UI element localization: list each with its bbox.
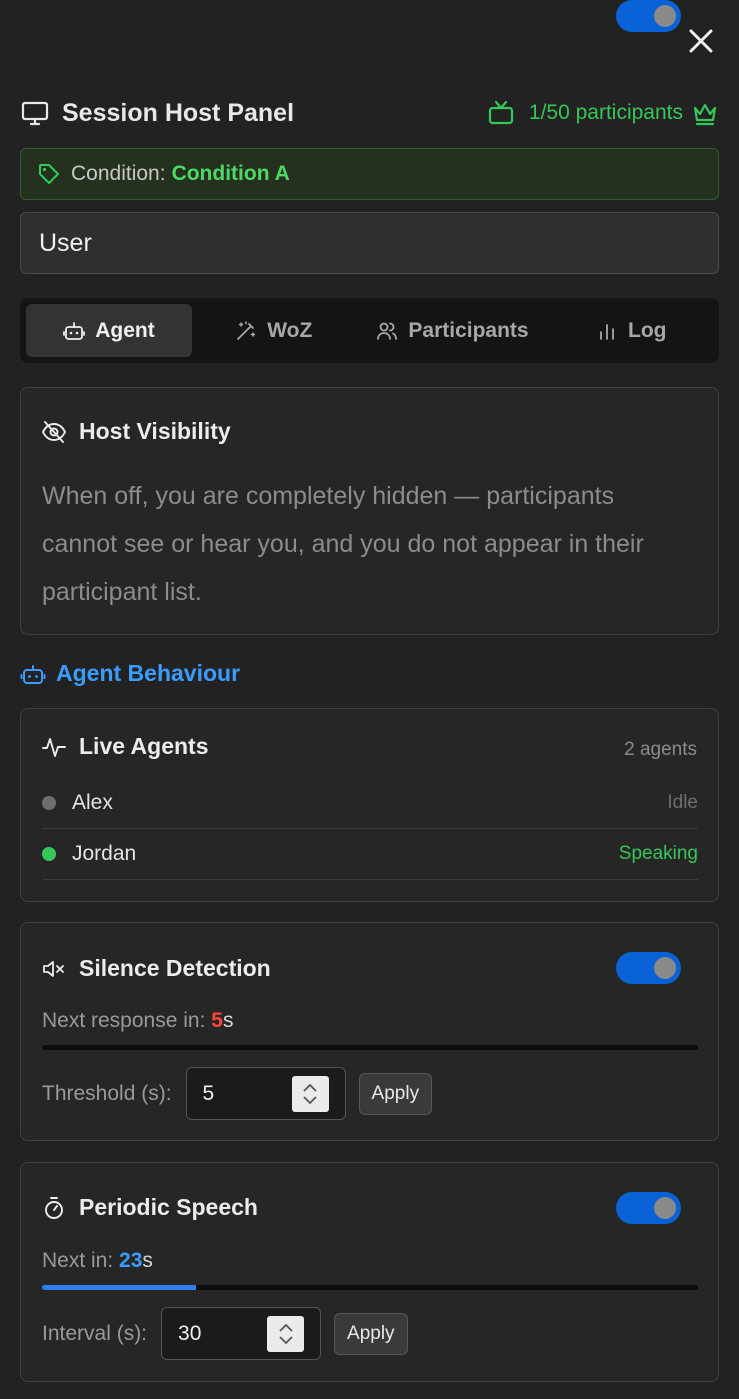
interval-stepper[interactable]	[267, 1316, 305, 1352]
live-agents-title: Live Agents	[79, 733, 209, 759]
tab-bar: Agent WoZ Participants Log	[20, 298, 719, 363]
agent-row: Alex Idle	[42, 778, 698, 829]
interval-apply-button[interactable]: Apply	[334, 1312, 408, 1355]
silence-detection-toggle[interactable]	[616, 952, 681, 984]
eye-off-icon	[41, 420, 67, 443]
agent-behaviour-heading: Agent Behaviour	[20, 660, 240, 687]
agent-status: Idle	[667, 792, 698, 813]
chevron-up-icon	[278, 1323, 293, 1332]
robot-icon	[63, 321, 86, 340]
panel-title: Session Host Panel	[62, 98, 295, 127]
interval-value: 30	[178, 1321, 202, 1345]
interval-label: Interval (s):	[42, 1321, 148, 1345]
periodic-speech-header: Periodic Speech	[41, 1194, 258, 1221]
tab-log[interactable]: Log	[550, 304, 714, 357]
tab-participants-label: Participants	[408, 318, 529, 342]
threshold-input[interactable]: 5	[185, 1067, 346, 1120]
session-host-panel: Session Host Panel 1/50 participants Con…	[0, 0, 739, 1399]
user-name-field[interactable]: User	[20, 212, 719, 274]
monitor-icon	[21, 101, 49, 126]
agent-row: Jordan Speaking	[42, 829, 698, 880]
agent-behaviour-title: Agent Behaviour	[56, 660, 241, 686]
stopwatch-icon	[45, 1196, 63, 1219]
tab-log-label: Log	[628, 318, 667, 342]
toggle-knob	[654, 5, 676, 27]
periodic-speech-title: Periodic Speech	[79, 1194, 258, 1220]
interval-row: Interval (s): 30 Apply	[42, 1307, 408, 1360]
next-response-line: Next response in: 5s	[42, 1009, 233, 1033]
next-response-unit: s	[222, 1009, 234, 1032]
live-agents-header: Live Agents	[41, 733, 209, 760]
condition-value: Condition A	[171, 162, 290, 185]
tab-agent[interactable]: Agent	[26, 304, 192, 357]
crown-icon	[693, 103, 717, 126]
interval-input[interactable]: 30	[161, 1307, 322, 1360]
host-visibility-description: When off, you are completely hidden — pa…	[42, 482, 644, 606]
agent-status: Speaking	[618, 843, 698, 864]
activity-icon	[42, 737, 66, 757]
threshold-apply-button[interactable]: Apply	[358, 1072, 433, 1115]
bar-chart-icon	[600, 323, 614, 340]
host-visibility-header: Host Visibility	[41, 418, 231, 445]
tag-icon	[39, 164, 59, 184]
next-speech-label: Next in:	[42, 1249, 114, 1272]
periodic-speech-toggle[interactable]	[616, 1192, 681, 1224]
agent-name: Alex	[72, 791, 113, 814]
host-visibility-title: Host Visibility	[79, 418, 231, 444]
chevron-down-icon	[278, 1336, 293, 1345]
silence-detection-card: Silence Detection Next response in: 5s T…	[20, 922, 719, 1141]
tab-agent-label: Agent	[95, 318, 155, 342]
toggle-knob	[654, 1197, 676, 1219]
condition-label: Condition:	[71, 162, 166, 185]
threshold-value: 5	[202, 1081, 215, 1105]
chevron-down-icon	[303, 1096, 317, 1105]
host-visibility-toggle[interactable]	[616, 0, 681, 32]
participant-count: 1/50 participants	[487, 99, 719, 127]
agents-count: 2 agents	[624, 739, 697, 760]
tab-woz-label: WoZ	[267, 318, 313, 342]
magic-wand-icon	[237, 320, 256, 340]
status-dot	[42, 796, 56, 810]
next-speech-value: 23	[119, 1249, 143, 1272]
status-dot	[42, 847, 56, 861]
silence-detection-title: Silence Detection	[79, 955, 271, 981]
close-button[interactable]	[684, 24, 718, 58]
tab-participants[interactable]: Participants	[356, 304, 550, 357]
next-speech-unit: s	[142, 1249, 153, 1272]
tv-icon	[488, 100, 513, 125]
participant-count-text: 1/50 participants	[528, 101, 683, 124]
speaker-muted-icon	[43, 960, 64, 977]
next-response-label: Next response in:	[42, 1009, 206, 1032]
users-icon	[377, 322, 398, 340]
live-agents-card: Live Agents 2 agents Alex Idle Jordan Sp…	[20, 708, 719, 902]
threshold-stepper[interactable]	[291, 1076, 329, 1112]
threshold-row: Threshold (s): 5 Apply	[42, 1067, 433, 1120]
robot-icon	[20, 664, 46, 684]
silence-detection-header: Silence Detection	[41, 955, 271, 982]
panel-header: Session Host Panel 1/50 participants	[20, 95, 719, 131]
next-speech-line: Next in: 23s	[42, 1249, 153, 1273]
periodic-speech-card: Periodic Speech Next in: 23s Interval (s…	[20, 1162, 719, 1382]
next-response-value: 5	[211, 1009, 223, 1032]
condition-banner: Condition: Condition A	[20, 148, 719, 200]
close-icon	[689, 29, 713, 53]
toggle-knob	[654, 957, 676, 979]
chevron-up-icon	[303, 1083, 317, 1092]
periodic-progress-fill	[42, 1285, 197, 1290]
threshold-label: Threshold (s):	[42, 1081, 172, 1105]
agent-name: Jordan	[72, 842, 137, 865]
periodic-progress-bar	[42, 1285, 698, 1290]
tab-woz[interactable]: WoZ	[192, 304, 356, 357]
silence-progress-bar	[42, 1045, 698, 1050]
